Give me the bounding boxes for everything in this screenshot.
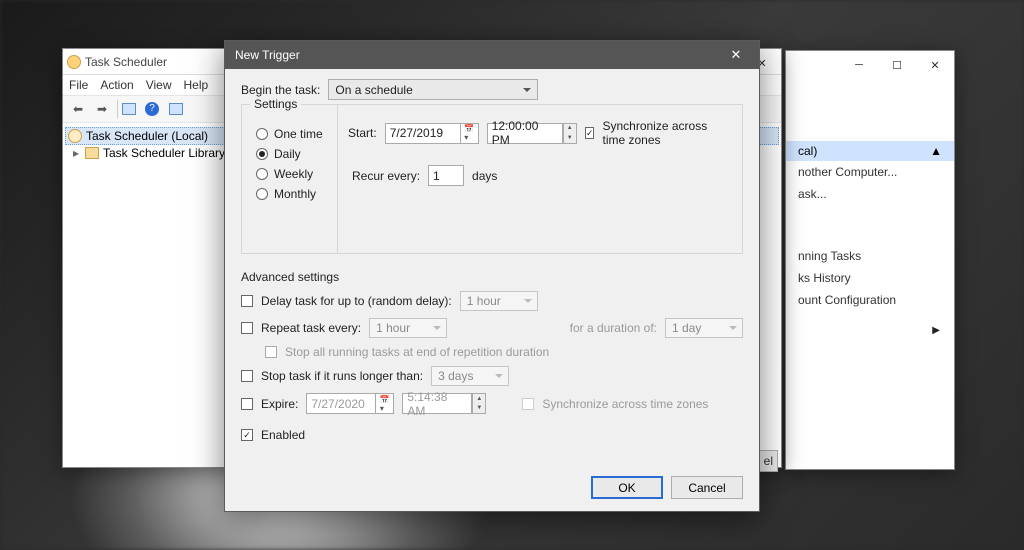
cancel-button[interactable]: Cancel <box>671 476 743 499</box>
repeat-select[interactable]: 1 hour <box>369 318 447 338</box>
task-scheduler-icon <box>67 55 81 69</box>
menu-file[interactable]: File <box>69 78 88 92</box>
action-item[interactable]: nother Computer... <box>786 161 954 183</box>
expire-sync-label: Synchronize across time zones <box>542 397 708 411</box>
close-button[interactable]: ✕ <box>717 42 755 68</box>
menu-action[interactable]: Action <box>100 78 133 92</box>
expire-sync-checkbox <box>522 398 534 410</box>
close-button[interactable]: ✕ <box>916 51 954 79</box>
enabled-checkbox[interactable] <box>241 429 253 441</box>
tree-child-label: Task Scheduler Library <box>103 146 225 160</box>
start-time-input[interactable]: 12:00:00 PM ▲▼ <box>487 123 577 144</box>
repeat-checkbox[interactable] <box>241 322 253 334</box>
duration-label: for a duration of: <box>570 321 657 335</box>
action-item[interactable]: ask... <box>786 183 954 205</box>
back-button[interactable]: ⬅ <box>67 99 89 119</box>
action-item[interactable]: nning Tasks <box>786 245 954 267</box>
enabled-label: Enabled <box>261 428 305 442</box>
radio-monthly[interactable]: Monthly <box>256 187 331 201</box>
recur-unit: days <box>472 169 497 183</box>
expire-checkbox[interactable] <box>241 398 253 410</box>
expire-date-input: 7/27/2020 📅▾ <box>306 393 394 414</box>
recur-label: Recur every: <box>352 169 420 183</box>
help-button[interactable]: ? <box>141 99 163 119</box>
sync-checkbox[interactable] <box>585 127 595 139</box>
begin-task-label: Begin the task: <box>241 83 320 97</box>
menu-view[interactable]: View <box>146 78 172 92</box>
toolbar-button[interactable] <box>165 99 187 119</box>
settings-group: Settings One time Daily Weekly Monthly S… <box>241 104 743 254</box>
expire-label: Expire: <box>261 397 298 411</box>
duration-select: 1 day <box>665 318 743 338</box>
start-label: Start: <box>348 126 377 140</box>
forward-button[interactable]: ➡ <box>91 99 113 119</box>
dialog-title-bar: New Trigger ✕ <box>225 41 759 69</box>
actions-pane-header: cal)▲ <box>786 141 954 161</box>
repeat-label: Repeat task every: <box>261 321 361 335</box>
spin-icon: ▲▼ <box>472 393 486 414</box>
radio-weekly[interactable]: Weekly <box>256 167 331 181</box>
tree-root-label: Task Scheduler (Local) <box>86 129 208 143</box>
stoplong-select[interactable]: 3 days <box>431 366 509 386</box>
stopall-label: Stop all running tasks at end of repetit… <box>285 345 549 359</box>
menu-help[interactable]: Help <box>184 78 209 92</box>
radio-daily[interactable]: Daily <box>256 147 331 161</box>
stoplong-label: Stop task if it runs longer than: <box>261 369 423 383</box>
ok-button[interactable]: OK <box>591 476 663 499</box>
delay-select[interactable]: 1 hour <box>460 291 538 311</box>
radio-one-time[interactable]: One time <box>256 127 331 141</box>
toolbar-button[interactable] <box>117 99 139 119</box>
new-trigger-dialog: New Trigger ✕ Begin the task: On a sched… <box>224 40 760 512</box>
maximize-button[interactable]: ☐ <box>878 51 916 79</box>
expand-arrow-icon[interactable]: ▶ <box>786 321 954 340</box>
action-item[interactable]: ount Configuration <box>786 289 954 311</box>
delay-checkbox[interactable] <box>241 295 253 307</box>
tree-expand-icon[interactable]: ▸ <box>71 146 81 160</box>
recur-input[interactable]: 1 <box>428 165 464 186</box>
begin-task-select[interactable]: On a schedule <box>328 79 538 100</box>
dialog-title: New Trigger <box>235 48 300 62</box>
expire-time-input: 5:14:38 AM ▲▼ <box>402 393 486 414</box>
delay-label: Delay task for up to (random delay): <box>261 294 452 308</box>
library-icon <box>85 147 99 159</box>
stopall-checkbox <box>265 346 277 358</box>
action-item[interactable]: ks History <box>786 267 954 289</box>
minimize-button[interactable]: ─ <box>840 51 878 79</box>
start-date-input[interactable]: 7/27/2019 📅▾ <box>385 123 479 144</box>
stoplong-checkbox[interactable] <box>241 370 253 382</box>
spin-icon[interactable]: ▲▼ <box>563 123 577 144</box>
background-window: ─ ☐ ✕ cal)▲ nother Computer... ask... nn… <box>785 50 955 470</box>
clock-icon <box>68 129 82 143</box>
settings-title: Settings <box>250 97 301 111</box>
sync-label: Synchronize across time zones <box>602 119 732 147</box>
advanced-settings-title: Advanced settings <box>241 270 743 284</box>
window-title: Task Scheduler <box>85 55 167 69</box>
